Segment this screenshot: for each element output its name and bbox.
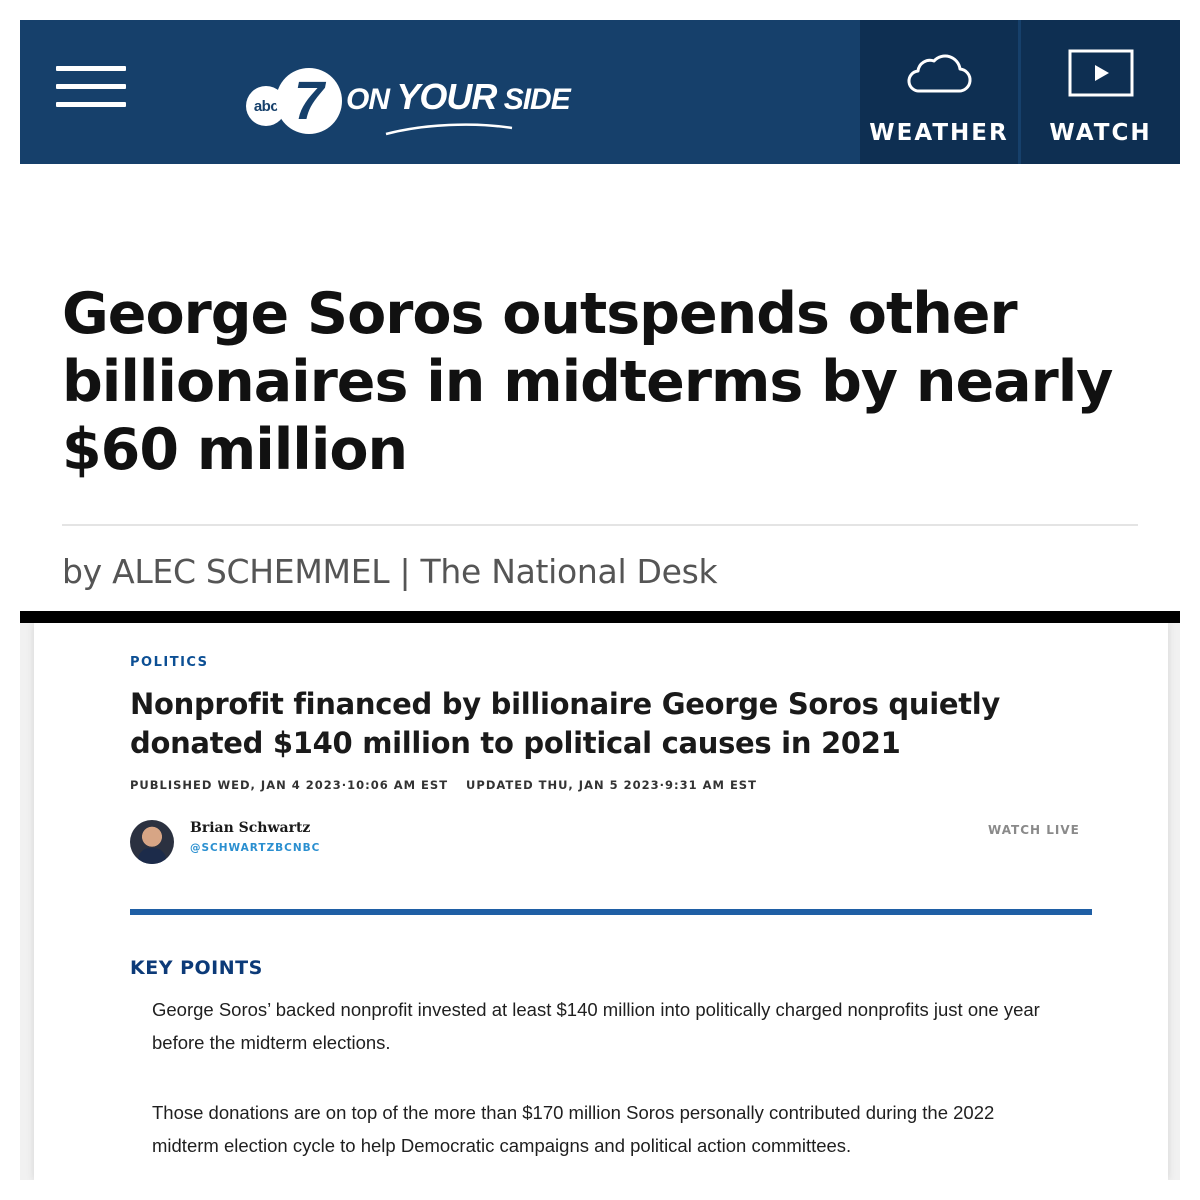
published-date: PUBLISHED WED, JAN 4 2023·10:06 AM EST xyxy=(130,778,449,792)
weather-button[interactable]: WEATHER xyxy=(860,20,1018,164)
logo-swoosh-icon xyxy=(385,123,513,136)
embedded-article-card: POLITICS Nonprofit financed by billionai… xyxy=(34,623,1168,1180)
menu-icon[interactable] xyxy=(56,66,126,108)
section-kicker[interactable]: POLITICS xyxy=(130,655,209,670)
watch-button[interactable]: WATCH xyxy=(1021,20,1180,164)
article-byline: by ALEC SCHEMMEL | The National Desk xyxy=(62,552,718,591)
abc7-logo[interactable]: abc 7 ON YOUR SIDE xyxy=(246,50,571,146)
cloud-icon xyxy=(907,54,972,93)
watch-live-link[interactable]: WATCH LIVE xyxy=(988,823,1080,837)
logo-seven-mark: 7 xyxy=(276,68,342,134)
headline-divider xyxy=(62,524,1138,526)
weather-label: WEATHER xyxy=(869,120,1009,146)
embedded-title: Nonprofit financed by billionaire George… xyxy=(130,687,1001,760)
key-point-1: George Soros’ backed nonprofit invested … xyxy=(152,999,1040,1053)
author-name[interactable]: Brian Schwartz xyxy=(190,820,310,836)
author-avatar[interactable] xyxy=(130,820,174,864)
logo-tagline: ON YOUR SIDE xyxy=(346,76,571,117)
panel-separator xyxy=(20,611,1180,623)
play-icon xyxy=(1068,49,1133,97)
author-handle[interactable]: @SCHWARTZBCNBC xyxy=(190,842,320,854)
site-header: abc 7 ON YOUR SIDE WEATHER WATCH xyxy=(20,20,1180,164)
publish-dates: PUBLISHED WED, JAN 4 2023·10:06 AM EST UP… xyxy=(130,778,757,792)
key-point-2: Those donations are on top of the more t… xyxy=(152,1102,995,1156)
watch-label: WATCH xyxy=(1049,120,1152,146)
embedded-screenshot: POLITICS Nonprofit financed by billionai… xyxy=(20,623,1180,1180)
updated-date: UPDATED THU, JAN 5 2023·9:31 AM EST xyxy=(466,778,757,792)
key-points-rule xyxy=(130,909,1092,915)
article-headline: George Soros outspends other billionaire… xyxy=(62,281,1113,483)
key-points-heading: KEY POINTS xyxy=(130,957,263,979)
